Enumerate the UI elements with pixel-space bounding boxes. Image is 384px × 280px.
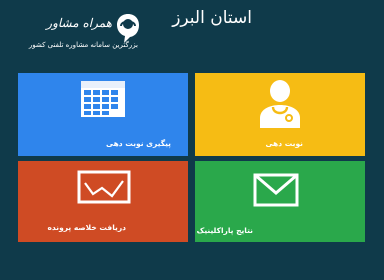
doctor-icon [260, 80, 300, 128]
tile-label: نوبت دهی [265, 139, 303, 148]
chart-report-icon [77, 170, 131, 204]
envelope-icon [253, 173, 299, 207]
tile-file-summary[interactable]: دریافت خلاصه پرونده [18, 161, 188, 242]
tile-label: دریافت خلاصه پرونده [47, 223, 127, 232]
logo-name: همراه مشاور [46, 16, 112, 30]
header: همراه مشاور بزرگترین سامانه مشاوره تلفنی… [0, 0, 384, 70]
tile-label: پیگیری نوبت دهی [106, 139, 171, 148]
tile-appointment[interactable]: نوبت دهی [195, 73, 365, 156]
tile-appointment-followup[interactable]: پیگیری نوبت دهی [18, 73, 188, 156]
logo[interactable]: همراه مشاور بزرگترین سامانه مشاوره تلفنی… [12, 10, 142, 54]
tile-paraclinic-results[interactable]: نتایج پاراکلینیک [195, 161, 365, 242]
tile-label: نتایج پاراکلینیک [196, 226, 253, 235]
logo-tagline: بزرگترین سامانه مشاوره تلفنی کشور [28, 41, 138, 49]
province-title: استان البرز [172, 8, 252, 28]
calendar-icon [81, 81, 125, 117]
